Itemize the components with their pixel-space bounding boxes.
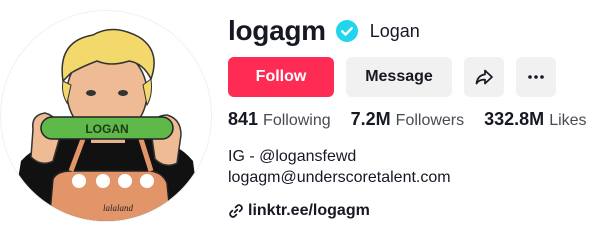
profile-link[interactable]: linktr.ee/logagm bbox=[228, 200, 370, 222]
message-button[interactable]: Message bbox=[346, 57, 452, 97]
followers-stat[interactable]: 7.2M Followers bbox=[351, 109, 465, 130]
followers-label: Followers bbox=[395, 112, 465, 129]
likes-stat: 332.8M Likes bbox=[484, 109, 586, 130]
following-stat[interactable]: 841 Following bbox=[228, 109, 331, 130]
following-count: 841 bbox=[228, 109, 259, 129]
stats-row: 841 Following 7.2M Followers 332.8M Likes bbox=[228, 109, 587, 130]
verified-badge-icon bbox=[335, 20, 358, 42]
following-label: Following bbox=[263, 112, 331, 129]
link-text: linktr.ee/logagm bbox=[248, 202, 370, 219]
avatar[interactable]: lalaland LOGAN bbox=[0, 10, 212, 222]
nickname: Logan bbox=[369, 20, 420, 41]
avatar-illustration-icon: lalaland LOGAN bbox=[11, 28, 201, 221]
bio-line: IG - @logansfewd bbox=[228, 148, 357, 165]
link-icon bbox=[228, 203, 244, 219]
more-options-icon bbox=[526, 67, 546, 87]
name-row: logagm Logan bbox=[228, 14, 420, 48]
follow-button[interactable]: Follow bbox=[228, 57, 334, 97]
profile-info: logagm Logan Follow Message 841 Followin… bbox=[228, 0, 600, 250]
likes-count: 332.8M bbox=[484, 109, 545, 129]
bio: IG - @logansfewd logagm@underscoretalent… bbox=[228, 146, 451, 188]
bio-line: logagm@underscoretalent.com bbox=[228, 169, 451, 186]
apron-text: lalaland bbox=[103, 203, 134, 213]
more-options-button[interactable] bbox=[516, 57, 556, 97]
share-button[interactable] bbox=[464, 57, 504, 97]
share-arrow-icon bbox=[474, 67, 494, 87]
action-buttons: Follow Message bbox=[228, 57, 556, 97]
username: logagm bbox=[228, 15, 326, 46]
sign-text: LOGAN bbox=[85, 122, 128, 136]
followers-count: 7.2M bbox=[350, 109, 391, 129]
likes-label: Likes bbox=[549, 112, 587, 129]
